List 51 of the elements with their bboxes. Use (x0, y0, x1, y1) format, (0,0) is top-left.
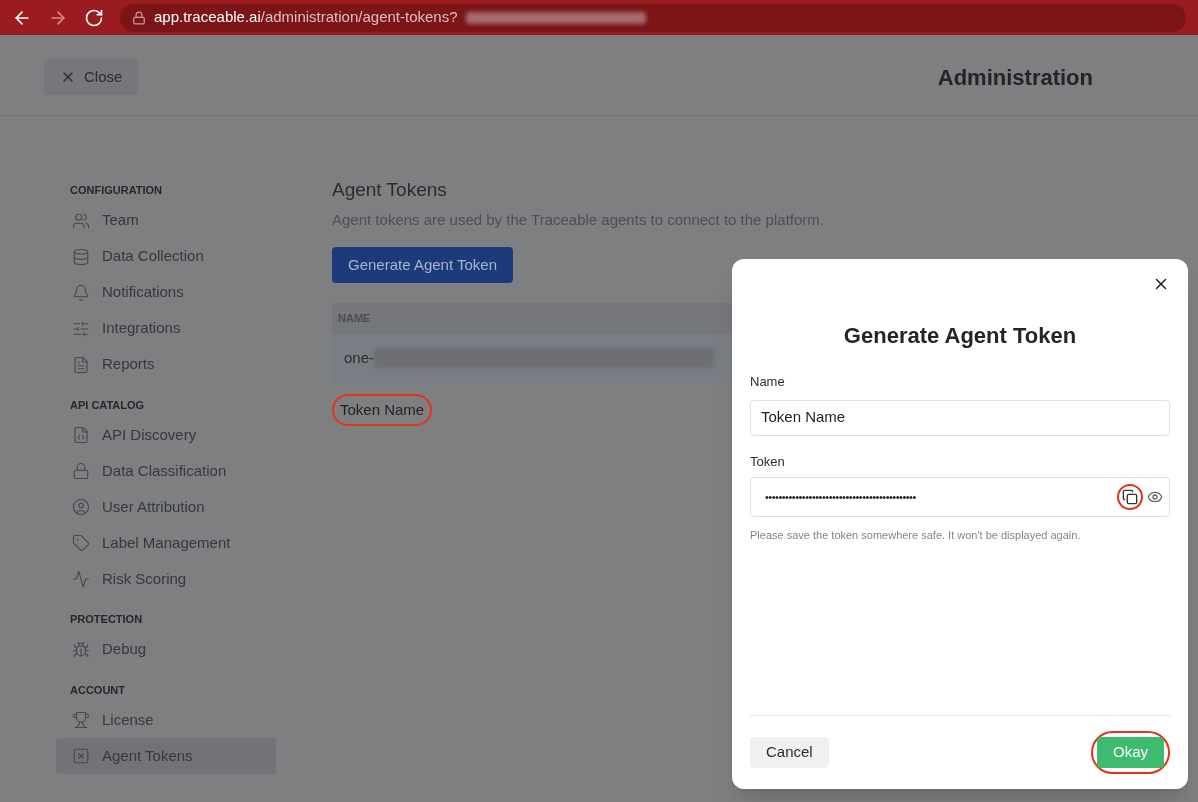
document-icon (72, 355, 90, 374)
page-title: Administration (937, 63, 1093, 92)
section-heading: ACCOUNT (69, 682, 126, 698)
dialog-title: Generate Agent Token (842, 322, 1078, 350)
sliders-icon (72, 319, 90, 338)
sidebar-item[interactable]: Agent Tokens (56, 738, 276, 774)
url-host: app.traceable.ai (154, 7, 261, 28)
help-text: Please save the token somewhere safe. It won't be displayed again. (750, 528, 1082, 543)
section-title: Agent Tokens (332, 178, 447, 202)
sidebar-item[interactable]: Reports (56, 346, 276, 383)
sidebar-item[interactable]: API Discovery (56, 417, 276, 453)
field-label: Name (750, 373, 786, 391)
sidebar-item[interactable]: Integrations (56, 310, 276, 347)
square-x-icon (72, 747, 90, 765)
sidebar-item[interactable]: User Attribution (56, 489, 276, 525)
token-name-label: Token Name (340, 401, 425, 418)
sidebar-item[interactable]: Risk Scoring (56, 561, 276, 597)
sidebar-item[interactable]: Label Management (56, 525, 276, 561)
field-label: Token (750, 452, 786, 471)
eye-icon[interactable] (1147, 489, 1163, 505)
sidebar-item[interactable]: Data Collection (56, 238, 276, 275)
tag-icon (72, 534, 90, 552)
sidebar-item[interactable]: License (56, 702, 276, 738)
close-button[interactable]: Close (44, 59, 139, 95)
trophy-icon (72, 711, 90, 729)
cancel-button[interactable]: Cancel (750, 737, 829, 768)
people-icon (72, 211, 90, 230)
section-heading: PROTECTION (69, 612, 144, 627)
user-circle-icon (72, 498, 90, 516)
section-heading: CONFIGURATION (69, 183, 164, 198)
generate-token-button[interactable]: Generate Agent Token (332, 247, 513, 283)
bell-icon (72, 283, 90, 302)
table-cell-text: one- (344, 347, 375, 368)
pulse-chart-icon (72, 570, 90, 588)
reload-icon[interactable] (84, 7, 104, 28)
lock-icon (72, 462, 90, 480)
sidebar-item[interactable]: Notifications (56, 274, 276, 311)
code-file-icon (72, 426, 90, 444)
address-bar[interactable]: app.traceable.ai/administration/agent-tokens? (120, 3, 1186, 32)
okay-button[interactable]: Okay (1097, 737, 1164, 768)
bug-icon (72, 640, 90, 659)
sidebar-item[interactable]: Team (56, 202, 276, 239)
token-field[interactable]: ••••••••••••••••••••••••••••••••••••••••••••• (750, 477, 1170, 517)
sidebar-item[interactable]: Data Classification (56, 453, 276, 489)
lock-icon (132, 10, 146, 25)
sidebar-item[interactable]: Debug (56, 631, 276, 668)
url-path: /administration/agent-tokens? (260, 7, 458, 28)
database-icon (72, 247, 90, 266)
name-field[interactable]: Token Name (750, 399, 1170, 436)
section-heading: API CATALOG (69, 397, 146, 413)
copy-icon[interactable] (1122, 489, 1138, 505)
